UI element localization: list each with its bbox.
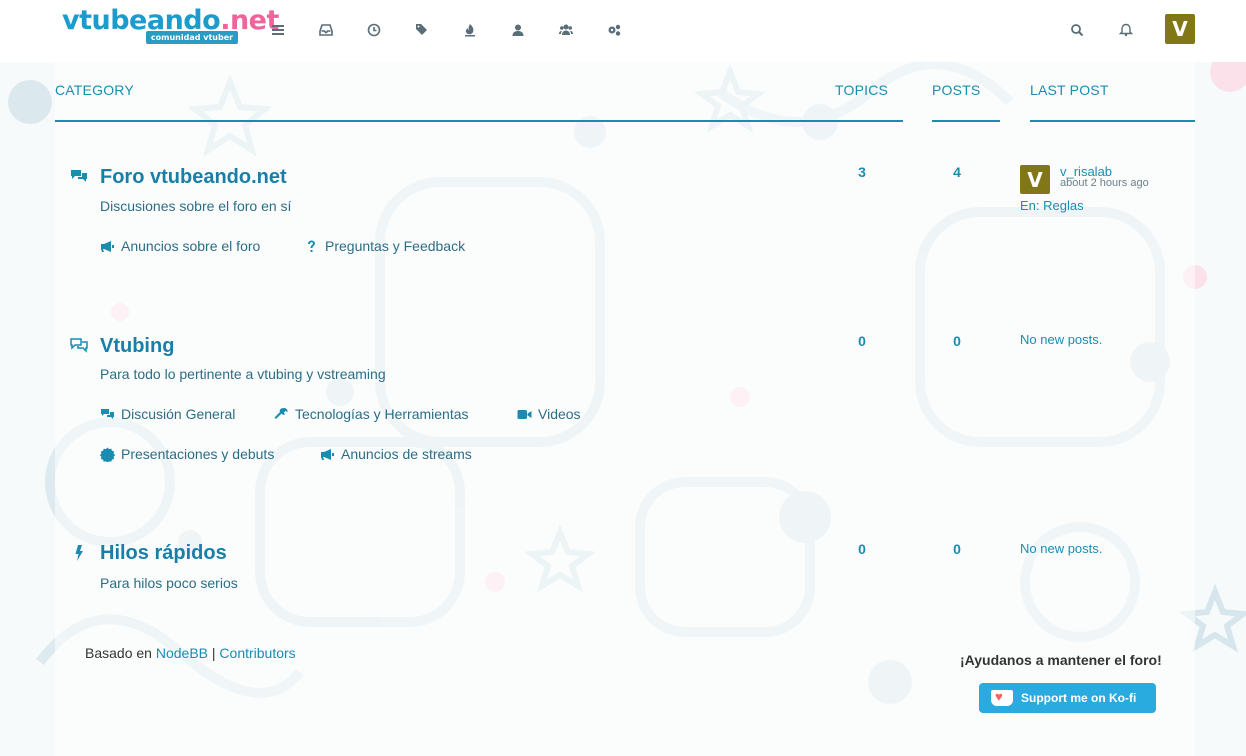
category-description: Para hilos poco serios [100, 575, 238, 591]
comments-icon [101, 408, 114, 419]
subcategory-anuncios-streams[interactable]: Anuncios de streams [320, 446, 472, 462]
site-logo[interactable]: vtubeando.net comunidad vtuber [62, 4, 279, 44]
bell-icon[interactable] [1114, 18, 1138, 42]
certificate-icon [100, 447, 115, 462]
posts-count: 0 [953, 333, 961, 349]
video-icon [517, 409, 532, 419]
kofi-button[interactable]: Support me on Ko-fi [979, 683, 1156, 713]
search-icon[interactable] [1065, 18, 1089, 42]
last-post-none: No new posts. [1020, 332, 1103, 347]
header-posts: POSTS [932, 82, 1000, 122]
cogs-icon[interactable] [602, 18, 626, 42]
posts-count: 0 [953, 541, 961, 557]
header-last-post: LAST POST [1030, 82, 1195, 122]
subcategory-label: Anuncios de streams [341, 446, 472, 462]
category-title[interactable]: Foro vtubeando.net [100, 166, 287, 189]
contributors-link[interactable]: Contributors [219, 645, 295, 661]
user-avatar[interactable]: V [1165, 14, 1195, 44]
fire-icon[interactable] [458, 18, 482, 42]
wrench-icon [274, 407, 288, 419]
subcategory-anuncios-foro[interactable]: Anuncios sobre el foro [100, 238, 260, 254]
nodebb-link[interactable]: NodeBB [156, 645, 208, 661]
last-post-time[interactable]: about 2 hours ago [1060, 177, 1149, 189]
bullhorn-icon [101, 240, 114, 252]
kofi-cup-icon [991, 689, 1013, 706]
topics-count: 0 [858, 541, 866, 557]
category-title[interactable]: Hilos rápidos [100, 542, 227, 565]
subcategory-label: Videos [538, 406, 581, 422]
header-topics: TOPICS [835, 82, 903, 122]
kofi-label: Support me on Ko-fi [1021, 691, 1137, 705]
navbar: vtubeando.net comunidad vtuber V [0, 0, 1246, 62]
subcategory-label: Preguntas y Feedback [325, 238, 466, 254]
bars-icon[interactable] [266, 18, 290, 42]
topics-count: 0 [858, 333, 866, 349]
topics-count: 3 [858, 164, 866, 180]
last-post-avatar[interactable]: V [1020, 165, 1050, 194]
subcategory-videos[interactable]: Videos [517, 406, 581, 422]
subcategory-discusion-general[interactable]: Discusión General [100, 406, 235, 422]
subcategory-tecnologias[interactable]: Tecnologías y Herramientas [274, 406, 469, 422]
subcategory-label: Anuncios sobre el foro [121, 238, 261, 254]
subcategory-preguntas[interactable]: Preguntas y Feedback [304, 238, 465, 254]
comments-icon [70, 336, 90, 356]
logo-subtitle: comunidad vtuber [146, 31, 238, 44]
category-description: Para todo lo pertinente a vtubing y vstr… [100, 366, 386, 382]
user-icon[interactable] [506, 18, 530, 42]
bullhorn-icon [321, 448, 334, 460]
bolt-icon [70, 544, 90, 564]
users-icon[interactable] [554, 18, 578, 42]
subcategory-label: Tecnologías y Herramientas [295, 406, 469, 422]
subcategory-label: Discusión General [121, 406, 236, 422]
last-post-none: No new posts. [1020, 541, 1103, 556]
clock-icon[interactable] [362, 18, 386, 42]
header-category: CATEGORY [55, 82, 861, 122]
subcategory-label: Presentaciones y debuts [121, 446, 275, 462]
comments-icon [70, 167, 90, 187]
last-post-topic[interactable]: En: Reglas [1020, 198, 1084, 213]
tags-icon[interactable] [410, 18, 434, 42]
category-title[interactable]: Vtubing [100, 335, 174, 358]
inbox-icon[interactable] [314, 18, 338, 42]
subcategory-presentaciones[interactable]: Presentaciones y debuts [100, 446, 274, 462]
posts-count: 4 [953, 164, 961, 180]
footer-credits: Basado en NodeBB | Contributors [85, 645, 296, 661]
category-description: Discusiones sobre el foro en sí [100, 198, 292, 214]
question-icon [308, 240, 315, 252]
support-title: ¡Ayudanos a mantener el foro! [960, 652, 1162, 668]
